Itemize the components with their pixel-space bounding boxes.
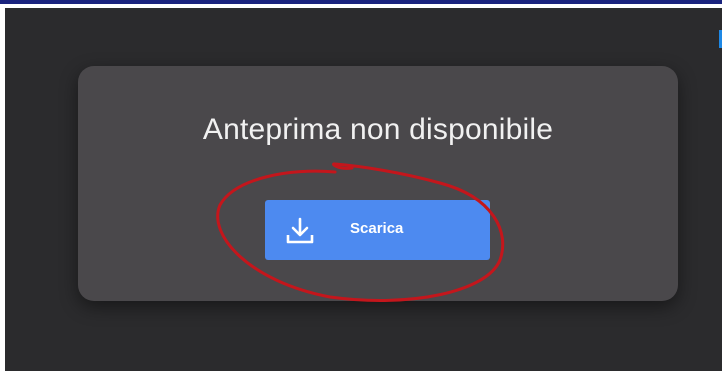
preview-unavailable-card: Anteprima non disponibile Scarica <box>78 66 678 301</box>
preview-viewer: Anteprima non disponibile Scarica <box>5 8 722 371</box>
top-border-strip <box>0 0 722 4</box>
screenshot-frame: Anteprima non disponibile Scarica <box>0 0 722 377</box>
download-button-label: Scarica <box>350 220 404 237</box>
download-button[interactable]: Scarica <box>265 200 490 260</box>
download-icon <box>286 217 314 244</box>
preview-unavailable-message: Anteprima non disponibile <box>202 113 554 146</box>
